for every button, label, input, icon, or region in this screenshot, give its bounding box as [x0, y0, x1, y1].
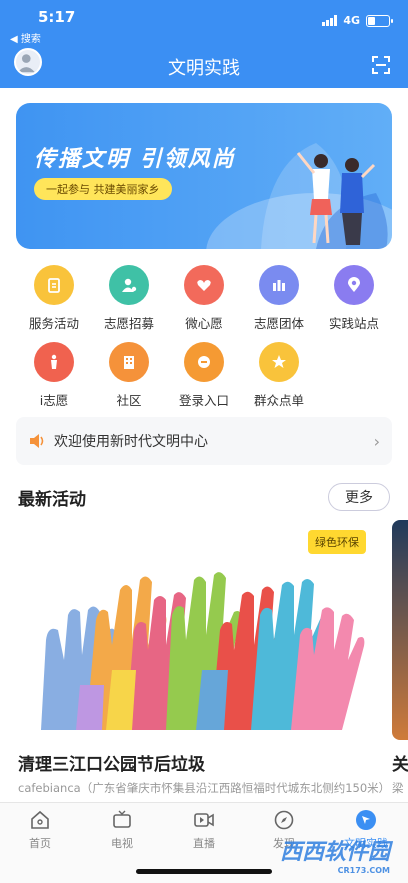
tab-label: 直播 [193, 837, 215, 850]
tab-label: 电视 [111, 837, 133, 850]
tv-icon [113, 810, 131, 828]
grid-item-service-activity[interactable]: 服务活动 [16, 265, 92, 332]
grid-item-micro-wish[interactable]: 微心愿 [166, 265, 242, 332]
grid-label: 服务活动 [28, 316, 79, 331]
activity-address: cafebianca（广东省肇庆市怀集县沿江西路恒福时代城东北侧约150米） [18, 781, 388, 795]
location-icon [334, 265, 374, 305]
section-title: 最新活动 [18, 490, 86, 510]
tab-tv[interactable]: 电视 [82, 809, 162, 851]
recruit-icon [109, 265, 149, 305]
grid-label: 社区 [116, 393, 142, 408]
grid-label: 登录入口 [178, 393, 229, 408]
grid-label: 群众点单 [253, 393, 304, 408]
grid-label: 实践站点 [328, 316, 379, 331]
watermark-sub: CR173.COM [337, 866, 390, 875]
grid-label: 微心愿 [185, 316, 223, 331]
activity-title-next[interactable]: 关 [392, 750, 408, 775]
login-icon [184, 342, 224, 382]
status-time: 5:17 [38, 8, 76, 26]
star-icon [259, 342, 299, 382]
more-button[interactable]: 更多 [328, 483, 390, 511]
back-to-search-link[interactable]: ◀ 搜索 [10, 30, 41, 45]
notice-text: 欢迎使用新时代文明中心 [54, 434, 208, 450]
top-bar: 5:17 ◀ 搜索 4G 文明实践 [0, 0, 408, 88]
status-indicators: 4G [322, 14, 393, 27]
home-indicator [136, 869, 272, 874]
activity-card-image-next[interactable] [392, 520, 408, 740]
activity-address-next: 梁 [392, 781, 404, 795]
live-icon [194, 813, 214, 827]
heart-icon [184, 265, 224, 305]
notice-bar[interactable]: 欢迎使用新时代文明中心 › [16, 417, 392, 465]
building-icon [109, 342, 149, 382]
activity-card-image[interactable]: 绿色环保 [16, 520, 382, 740]
tab-live[interactable]: 直播 [164, 809, 244, 851]
network-label: 4G [343, 14, 360, 27]
battery-icon [366, 14, 393, 27]
grid-item-i-volunteer[interactable]: i志愿 [16, 342, 92, 409]
grid-label: i志愿 [39, 393, 69, 408]
tab-label: 首页 [29, 837, 51, 850]
watermark-main: 西西软件园 [279, 840, 390, 865]
grid-label: 志愿招募 [103, 316, 154, 331]
watermark-logo: 西西软件园 CR173.COM [280, 834, 390, 875]
compass-icon [274, 810, 294, 830]
grid-item-login-entry[interactable]: 登录入口 [166, 342, 242, 409]
grid-item-volunteer-recruit[interactable]: 志愿招募 [91, 265, 167, 332]
volunteer-icon [34, 342, 74, 382]
signal-icon [322, 15, 338, 26]
promo-banner[interactable]: 传播文明 引领风尚 一起参与 共建美丽家乡 [16, 103, 392, 249]
grid-item-volunteer-group[interactable]: 志愿团体 [241, 265, 317, 332]
tab-home[interactable]: 首页 [0, 809, 80, 851]
scan-icon[interactable] [372, 56, 390, 74]
clipboard-icon [34, 265, 74, 305]
page-title: 文明实践 [168, 58, 240, 79]
practice-icon [356, 810, 376, 830]
banner-illustration [206, 143, 392, 249]
grid-item-practice-site[interactable]: 实践站点 [316, 265, 392, 332]
activity-title[interactable]: 清理三江口公园节后垃圾 [18, 750, 205, 775]
banner-title: 传播文明 引领风尚 [34, 147, 236, 172]
home-icon [31, 810, 49, 829]
grid-item-public-order[interactable]: 群众点单 [241, 342, 317, 409]
chevron-right-icon: › [373, 431, 380, 451]
grid-label: 志愿团体 [253, 316, 304, 331]
banner-subtitle: 一起参与 共建美丽家乡 [34, 178, 172, 200]
grid-item-community[interactable]: 社区 [91, 342, 167, 409]
group-icon [259, 265, 299, 305]
category-tag: 绿色环保 [308, 530, 366, 554]
speaker-icon [30, 434, 44, 448]
